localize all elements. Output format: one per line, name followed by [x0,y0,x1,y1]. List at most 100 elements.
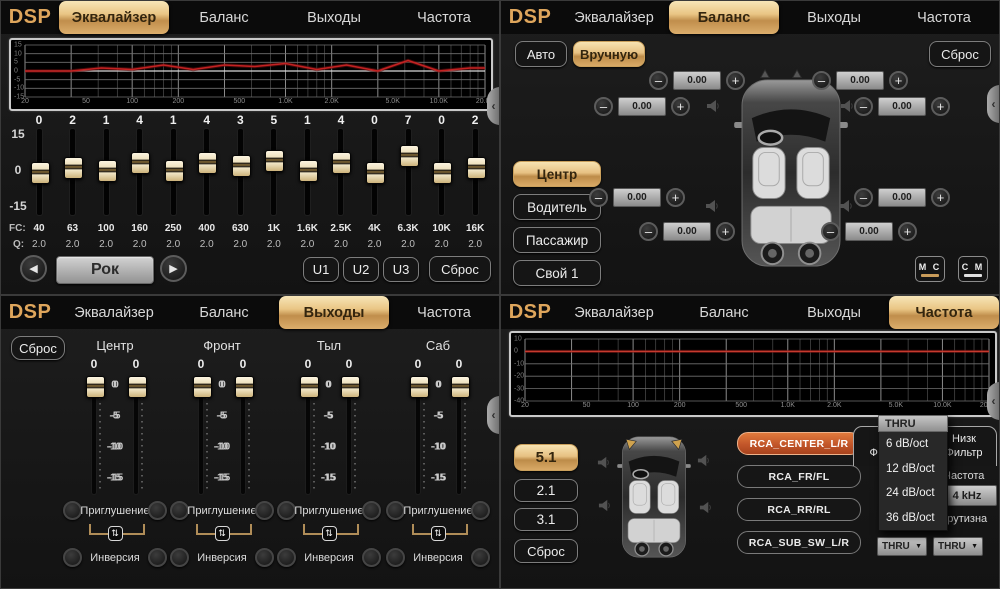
tab-outputs[interactable]: Выходы [279,1,389,34]
rca-channel-button-2[interactable]: RCA_RR/RL [737,498,861,521]
minus-button[interactable]: – [854,188,873,207]
tab-outputs[interactable]: Выходы [279,296,389,329]
drawer-handle[interactable]: ‹ [487,87,500,125]
tab-frequency[interactable]: Частота [889,296,999,329]
balance-manual-button[interactable]: Вручную [573,41,645,67]
minus-button[interactable]: – [649,71,668,90]
plus-button[interactable]: + [898,222,917,241]
mute-left-toggle[interactable] [170,501,189,520]
tab-frequency[interactable]: Частота [389,296,499,329]
tab-equalizer[interactable]: Эквалайзер [559,1,669,34]
mode-button-5.1[interactable]: 5.1 [514,444,578,471]
plus-button[interactable]: + [716,222,735,241]
plus-button[interactable]: + [671,97,690,116]
eq-band-slider-knob[interactable] [433,162,452,184]
eq-band-slider-knob[interactable] [366,162,385,184]
plus-button[interactable]: + [666,188,685,207]
output-slider-knob[interactable] [235,376,254,398]
tab-balance[interactable]: Баланс [669,1,779,34]
minus-button[interactable]: – [589,188,608,207]
mute-left-toggle[interactable] [277,501,296,520]
link-channels-button[interactable]: ⇅ [431,526,446,541]
user-preset-2-button[interactable]: U2 [343,257,379,282]
eq-band-slider-track[interactable] [406,129,411,215]
eq-band-slider-knob[interactable] [400,145,419,167]
eq-band-slider-knob[interactable] [131,152,150,174]
invert-right-toggle[interactable] [362,548,381,567]
eq-band-slider-knob[interactable] [165,160,184,182]
outputs-reset-button[interactable]: Сброс [11,336,65,360]
tab-outputs[interactable]: Выходы [779,1,889,34]
tab-outputs[interactable]: Выходы [779,296,889,329]
rca-channel-button-3[interactable]: RCA_SUB_SW_L/R [737,531,861,554]
mute-left-toggle[interactable] [386,501,405,520]
tab-equalizer[interactable]: Эквалайзер [59,296,169,329]
eq-band-slider-knob[interactable] [467,157,486,179]
invert-right-toggle[interactable] [255,548,274,567]
eq-band-slider-knob[interactable] [198,152,217,174]
link-channels-button[interactable]: ⇅ [322,526,337,541]
tab-equalizer[interactable]: Эквалайзер [59,1,169,34]
balance-reset-button[interactable]: Сброс [929,41,991,67]
tab-frequency[interactable]: Частота [889,1,999,34]
hp-slope-select[interactable]: THRU ▼ [877,537,927,556]
preset-prev-button[interactable]: ◀ [20,255,47,282]
output-slider-knob[interactable] [341,376,360,398]
drawer-handle[interactable]: ‹ [987,382,1000,420]
balance-auto-button[interactable]: Авто [515,41,567,67]
invert-left-toggle[interactable] [277,548,296,567]
lp-slope-select[interactable]: THRU ▼ [933,537,983,556]
eq-band-slider-knob[interactable] [299,160,318,182]
slope-option[interactable]: 12 dB/oct [878,457,948,482]
minus-button[interactable]: – [812,71,831,90]
link-channels-button[interactable]: ⇅ [215,526,230,541]
cm-button[interactable]: C M [958,256,988,282]
preset-next-button[interactable]: ▶ [160,255,187,282]
mc-button[interactable]: M C [915,256,945,282]
rca-channel-button-1[interactable]: RCA_FR/FL [737,465,861,488]
tab-equalizer[interactable]: Эквалайзер [559,296,669,329]
link-channels-button[interactable]: ⇅ [108,526,123,541]
minus-button[interactable]: – [639,222,658,241]
position-button-1[interactable]: Водитель [513,194,601,220]
position-button-0[interactable]: Центр [513,161,601,187]
minus-button[interactable]: – [821,222,840,241]
mute-left-toggle[interactable] [63,501,82,520]
output-slider-knob[interactable] [451,376,470,398]
drawer-handle[interactable]: ‹ [487,396,500,434]
drawer-handle[interactable]: ‹ [987,85,1000,123]
invert-left-toggle[interactable] [63,548,82,567]
invert-right-toggle[interactable] [148,548,167,567]
eq-band-slider-knob[interactable] [232,155,251,177]
eq-reset-button[interactable]: Сброс [429,256,491,282]
slope-option[interactable]: 6 dB/oct [878,432,948,457]
eq-band-slider-knob[interactable] [98,160,117,182]
mute-right-toggle[interactable] [362,501,381,520]
tab-balance[interactable]: Баланс [169,1,279,34]
mute-right-toggle[interactable] [148,501,167,520]
position-button-3[interactable]: Свой 1 [513,260,601,286]
output-slider-knob[interactable] [128,376,147,398]
invert-right-toggle[interactable] [471,548,490,567]
tab-balance[interactable]: Баланс [669,296,779,329]
eq-band-slider-knob[interactable] [64,157,83,179]
mode-button-2.1[interactable]: 2.1 [514,479,578,502]
position-button-2[interactable]: Пассажир [513,227,601,253]
eq-band-slider-knob[interactable] [31,162,50,184]
mode-button-3.1[interactable]: 3.1 [514,508,578,531]
eq-band-slider-track[interactable] [271,129,276,215]
eq-band-slider-knob[interactable] [332,152,351,174]
plus-button[interactable]: + [931,97,950,116]
mute-right-toggle[interactable] [471,501,490,520]
eq-band-slider-knob[interactable] [265,150,284,172]
freq-reset-button[interactable]: Сброс [514,539,578,563]
minus-button[interactable]: – [594,97,613,116]
mute-right-toggle[interactable] [255,501,274,520]
plus-button[interactable]: + [889,71,908,90]
slope-dropdown-selected[interactable]: THRU [878,415,948,432]
plus-button[interactable]: + [931,188,950,207]
plus-button[interactable]: + [726,71,745,90]
user-preset-3-button[interactable]: U3 [383,257,419,282]
user-preset-1-button[interactable]: U1 [303,257,339,282]
rca-channel-button-0[interactable]: RCA_CENTER_L/R [737,432,861,455]
